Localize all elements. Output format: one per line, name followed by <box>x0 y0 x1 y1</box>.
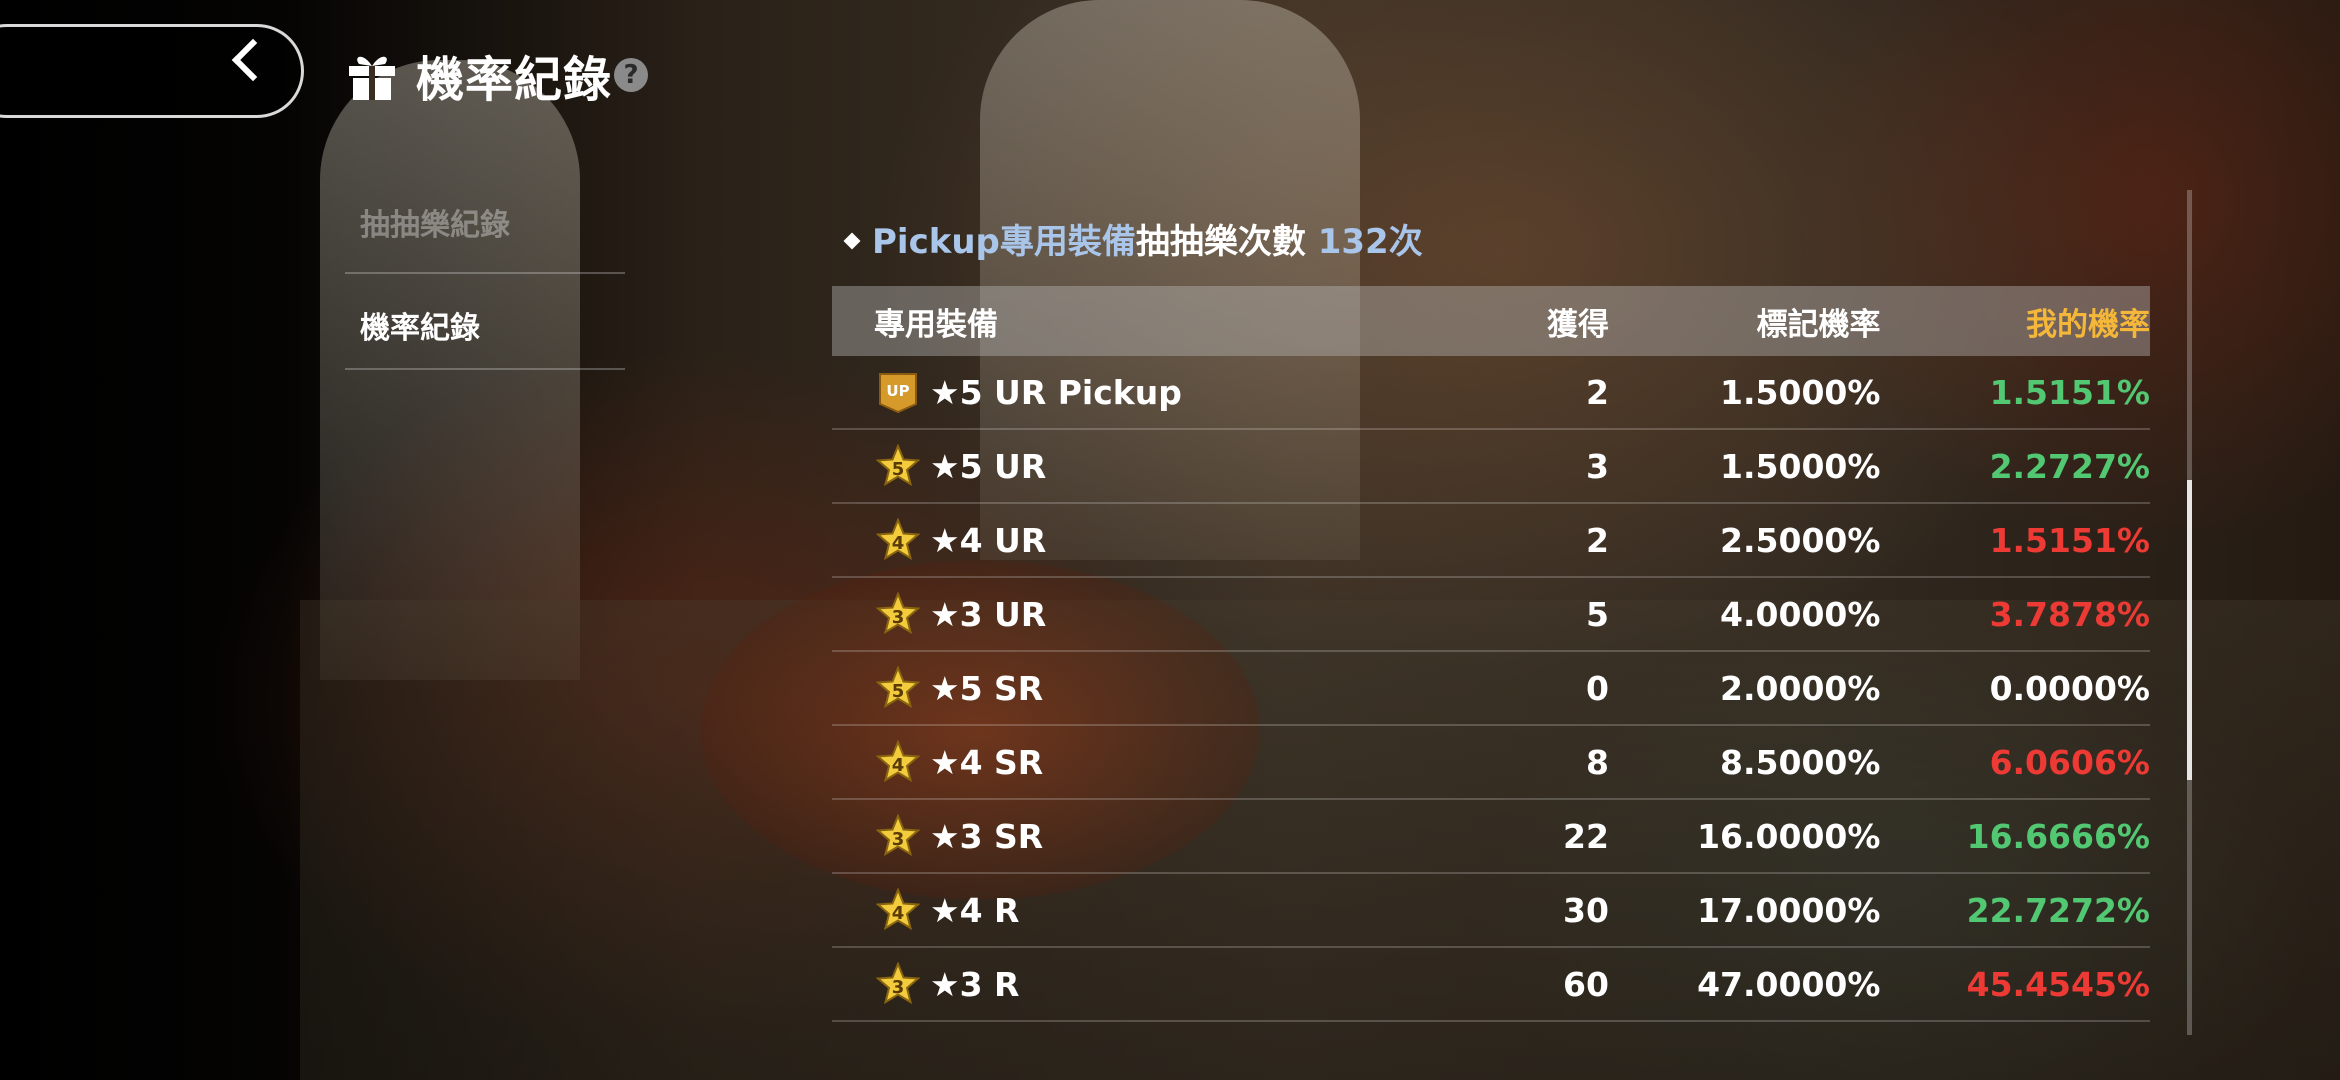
sidebar-item-probability-history[interactable]: 機率紀錄 <box>360 303 480 347</box>
background-window <box>320 60 580 680</box>
star-grade-icon: 3 <box>876 962 920 1005</box>
equipment-name: ★4 R <box>930 890 1020 930</box>
equipment-name: ★5 UR <box>930 446 1047 486</box>
row-equipment: 3 ★3 R <box>832 962 1415 1006</box>
star-grade-icon: 3 <box>876 592 920 635</box>
row-equipment: 4 ★4 UR <box>832 518 1415 562</box>
row-marked-rate: 16.0000% <box>1697 816 1881 856</box>
row-obtained: 22 <box>1563 816 1609 856</box>
row-obtained: 60 <box>1563 964 1609 1004</box>
table-row: 5 ★5 UR 3 1.5000% 2.2727% <box>832 430 2150 504</box>
table-row: 3 ★3 R 60 47.0000% 45.4545% <box>832 948 2150 1022</box>
svg-text:3: 3 <box>892 829 905 850</box>
row-equipment: 3 ★3 UR <box>832 592 1415 636</box>
question-mark-icon[interactable]: ? <box>614 58 648 92</box>
svg-text:4: 4 <box>892 903 905 924</box>
row-marked-rate: 4.0000% <box>1720 594 1881 634</box>
scrollbar-thumb[interactable] <box>2187 480 2192 780</box>
page-title: 機率紀錄 <box>416 52 613 108</box>
row-obtained: 8 <box>1586 742 1609 782</box>
row-my-rate: 45.4545% <box>1966 964 2150 1004</box>
section-prefix: Pickup專用裝備 <box>872 222 1136 262</box>
row-equipment: 4 ★4 R <box>832 888 1415 932</box>
header-my-rate: 我的機率 <box>2026 306 2150 343</box>
table-row: 3 ★3 SR 22 16.0000% 16.6666% <box>832 800 2150 874</box>
pickup-up-badge-icon: UP <box>879 373 917 414</box>
equipment-name: ★3 R <box>930 964 1020 1004</box>
svg-text:4: 4 <box>892 755 905 776</box>
equipment-name: ★3 UR <box>930 594 1047 634</box>
table-row: 5 ★5 SR 0 2.0000% 0.0000% <box>832 652 2150 726</box>
row-obtained: 30 <box>1563 890 1609 930</box>
row-equipment: 4 ★4 SR <box>832 740 1415 784</box>
row-my-rate: 6.0606% <box>1989 742 2150 782</box>
row-equipment: 5 ★5 UR <box>832 444 1415 488</box>
row-my-rate: 3.7878% <box>1989 594 2150 634</box>
equipment-name: ★5 UR Pickup <box>930 372 1182 412</box>
equipment-name: ★4 UR <box>930 520 1047 560</box>
equipment-name: ★5 SR <box>930 668 1044 708</box>
star-grade-icon: 4 <box>876 518 920 561</box>
star-grade-icon: 4 <box>876 740 920 783</box>
star-grade-icon: 3 <box>876 814 920 857</box>
row-marked-rate: 8.5000% <box>1720 742 1881 782</box>
table-header: 專用裝備 獲得 標記機率 我的機率 <box>832 286 2150 356</box>
row-marked-rate: 2.0000% <box>1720 668 1881 708</box>
diamond-bullet-icon <box>843 232 861 250</box>
row-my-rate: 2.2727% <box>1989 446 2150 486</box>
row-marked-rate: 1.5000% <box>1720 446 1881 486</box>
row-marked-rate: 2.5000% <box>1720 520 1881 560</box>
svg-text:UP: UP <box>886 382 909 400</box>
row-my-rate: 22.7272% <box>1966 890 2150 930</box>
draw-count: 132次 <box>1317 222 1423 262</box>
star-grade-icon: 4 <box>876 888 920 931</box>
row-equipment: 5 ★5 SR <box>832 666 1415 710</box>
header-marked-rate: 標記機率 <box>1756 306 1881 343</box>
row-my-rate: 1.5151% <box>1989 520 2150 560</box>
row-marked-rate: 17.0000% <box>1697 890 1881 930</box>
svg-text:5: 5 <box>892 459 905 480</box>
row-obtained: 2 <box>1586 372 1609 412</box>
table-row: 4 ★4 SR 8 8.5000% 6.0606% <box>832 726 2150 800</box>
table-row: 4 ★4 UR 2 2.5000% 1.5151% <box>832 504 2150 578</box>
table-row: UP ★5 UR Pickup 2 1.5000% 1.5151% <box>832 356 2150 430</box>
row-equipment: UP ★5 UR Pickup <box>832 370 1415 414</box>
svg-text:3: 3 <box>892 977 905 998</box>
gift-icon <box>349 56 395 100</box>
svg-text:4: 4 <box>892 533 905 554</box>
sidebar-divider <box>345 272 625 274</box>
header-obtained: 獲得 <box>1546 306 1609 343</box>
table-body: UP ★5 UR Pickup 2 1.5000% 1.5151% 5 ★5 U… <box>832 356 2150 1022</box>
header-equipment: 專用裝備 <box>874 306 998 343</box>
row-marked-rate: 47.0000% <box>1697 964 1881 1004</box>
star-grade-icon: 5 <box>876 444 920 487</box>
sidebar-divider <box>345 368 625 370</box>
row-obtained: 2 <box>1586 520 1609 560</box>
row-obtained: 5 <box>1586 594 1609 634</box>
equipment-name: ★4 SR <box>930 742 1044 782</box>
star-grade-icon: 5 <box>876 666 920 709</box>
row-marked-rate: 1.5000% <box>1720 372 1881 412</box>
row-obtained: 3 <box>1586 446 1609 486</box>
svg-text:5: 5 <box>892 681 905 702</box>
sidebar-item-draw-history[interactable]: 抽抽樂紀錄 <box>360 200 510 244</box>
table-row: 4 ★4 R 30 17.0000% 22.7272% <box>832 874 2150 948</box>
section-heading: Pickup專用裝備抽抽樂次數 132次 <box>843 214 1423 263</box>
row-my-rate: 0.0000% <box>1989 668 2150 708</box>
table-row: 3 ★3 UR 5 4.0000% 3.7878% <box>832 578 2150 652</box>
row-my-rate: 1.5151% <box>1989 372 2150 412</box>
section-middle: 抽抽樂次數 <box>1135 222 1306 262</box>
row-equipment: 3 ★3 SR <box>832 814 1415 858</box>
row-obtained: 0 <box>1586 668 1609 708</box>
svg-text:3: 3 <box>892 607 905 628</box>
probability-table: 專用裝備 獲得 標記機率 我的機率 UP ★5 UR Pickup 2 1.50… <box>832 286 2150 1022</box>
row-my-rate: 16.6666% <box>1966 816 2150 856</box>
equipment-name: ★3 SR <box>930 816 1044 856</box>
